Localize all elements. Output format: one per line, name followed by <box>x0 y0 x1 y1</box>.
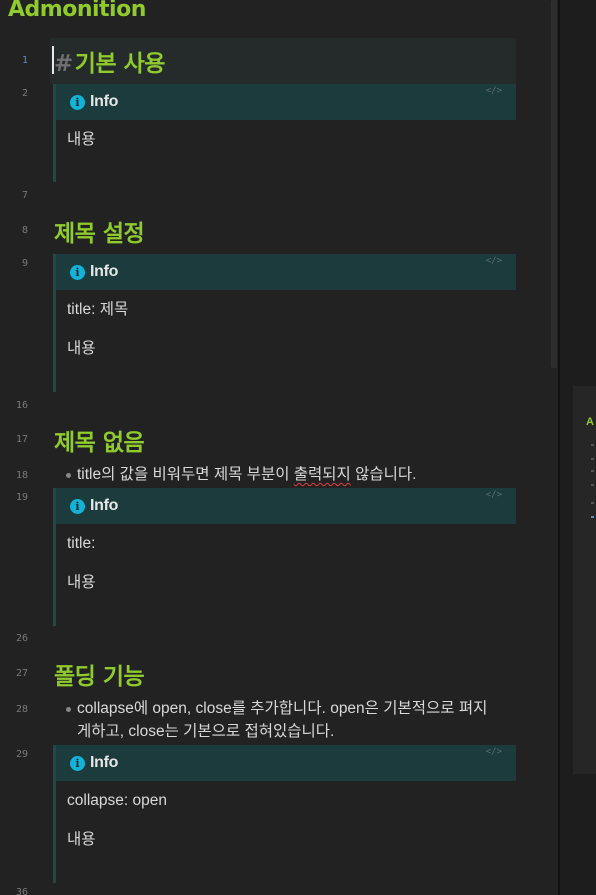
admonition-title: Info <box>90 497 119 514</box>
info-icon: i <box>70 498 85 514</box>
preview-line <box>591 458 594 460</box>
admonition-info[interactable]: i Info </> collapse: open 내용 <box>53 745 516 883</box>
preview-thumbnail[interactable]: A <box>573 386 596 774</box>
admonition-line: title: <box>67 535 96 552</box>
section-heading[interactable]: 폴딩 기능 <box>54 657 145 691</box>
preview-line <box>591 484 594 486</box>
list-item-text: 게하고, close는 기본으로 접혀있습니다. <box>77 723 335 740</box>
line-number: 27 <box>15 668 28 679</box>
line-number: 16 <box>15 400 28 411</box>
line-number: 19 <box>15 492 28 503</box>
line-number: 28 <box>15 704 28 715</box>
list-item[interactable]: collapse에 open, close를 추가합니다. open은 기본적으… <box>66 697 487 743</box>
heading-text: 기본 사용 <box>74 51 166 77</box>
code-view-icon[interactable]: </> <box>486 490 502 500</box>
editor-app: Admonition 1 #기본 사용 2 i Info </> 내용 7 8 … <box>0 0 596 895</box>
preview-title: A <box>586 416 594 428</box>
info-icon: i <box>70 755 85 771</box>
admonition-info[interactable]: i Info </> title: 내용 <box>53 488 516 626</box>
admonition-header: i Info </> <box>56 745 516 781</box>
preview-line <box>591 444 594 446</box>
list-item-text: collapse에 open, close를 추가합니다. open은 기본적으… <box>77 700 488 717</box>
list-item[interactable]: title의 값을 비워두면 제목 부분이 출력되지 않습니다. <box>66 463 416 486</box>
document-title: Admonition <box>8 0 146 22</box>
line-number: 8 <box>21 225 28 236</box>
section-heading[interactable]: #기본 사용 <box>54 44 165 78</box>
info-icon: i <box>70 264 85 280</box>
line-number: 18 <box>15 470 28 481</box>
line-number: 29 <box>15 749 28 760</box>
admonition-info[interactable]: i Info </> 내용 <box>53 84 516 182</box>
bullet-dot <box>66 473 71 478</box>
admonition-line: 내용 <box>67 831 96 848</box>
info-icon: i <box>70 94 85 110</box>
admonition-line: title: 제목 <box>67 301 129 318</box>
line-number: 1 <box>21 55 28 66</box>
heading-mark: # <box>54 51 73 77</box>
admonition-line: collapse: open <box>67 792 167 809</box>
admonition-line: 내용 <box>67 340 96 357</box>
section-heading[interactable]: 제목 없음 <box>54 423 145 457</box>
admonition-header: i Info </> <box>56 254 516 290</box>
admonition-line: 내용 <box>67 574 96 591</box>
preview-line <box>591 502 594 504</box>
line-number: 26 <box>15 633 28 644</box>
code-view-icon[interactable]: </> <box>486 747 502 757</box>
bullet-dot <box>66 707 71 712</box>
preview-line <box>591 516 594 518</box>
admonition-title: Info <box>90 754 119 771</box>
preview-line <box>591 470 594 472</box>
admonition-info[interactable]: i Info </> title: 제목 내용 <box>53 254 516 392</box>
scrollbar-thumb[interactable] <box>551 0 557 368</box>
line-number: 36 <box>15 887 28 895</box>
line-number: 7 <box>21 190 28 201</box>
admonition-title: Info <box>90 93 119 110</box>
admonition-title: Info <box>90 263 119 280</box>
line-number: 9 <box>21 258 28 269</box>
code-view-icon[interactable]: </> <box>486 256 502 266</box>
text-cursor <box>52 46 54 74</box>
section-heading[interactable]: 제목 설정 <box>54 214 145 248</box>
list-item-text: title의 값을 비워두면 제목 부분이 <box>77 466 294 483</box>
spellcheck-word[interactable]: 출력되지 <box>294 466 351 483</box>
list-item-text: 않습니다. <box>350 466 417 483</box>
admonition-header: i Info </> <box>56 488 516 524</box>
line-number: 17 <box>15 434 28 445</box>
admonition-header: i Info </> <box>56 84 516 120</box>
code-view-icon[interactable]: </> <box>486 86 502 96</box>
line-number: 2 <box>21 88 28 99</box>
admonition-line: 내용 <box>67 131 96 148</box>
